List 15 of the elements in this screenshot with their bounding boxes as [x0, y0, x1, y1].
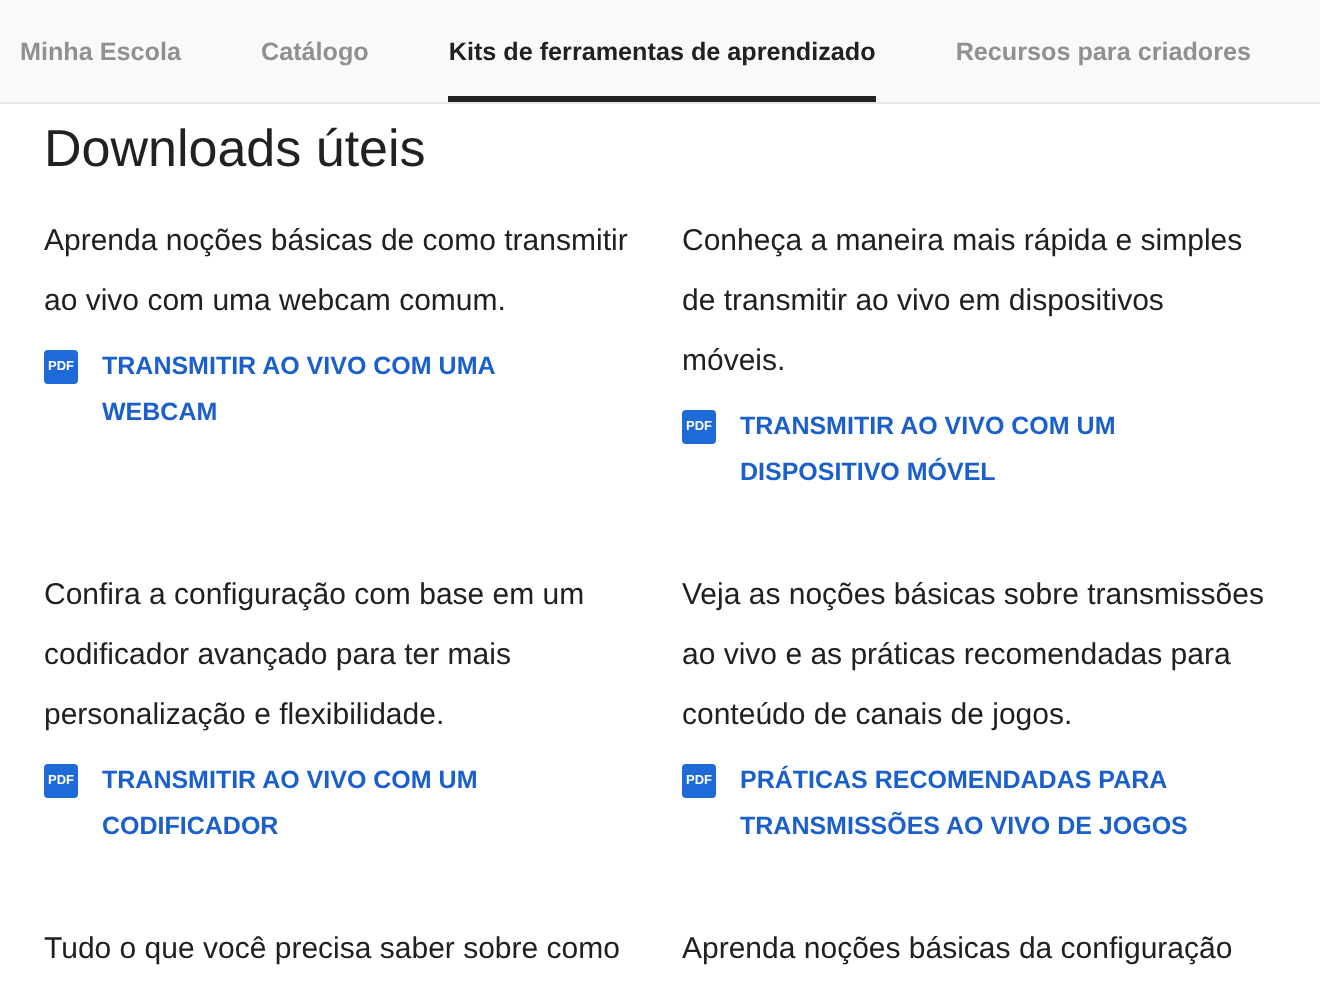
card-description: Aprenda noções básicas da configuração — [682, 930, 1235, 970]
download-link[interactable]: TRANSMITIR AO VIVO COM UM CODIFICADOR — [102, 758, 592, 850]
tab[interactable]: Minha Escola — [20, 0, 181, 102]
section-heading: Downloads úteis — [44, 116, 428, 182]
download-link[interactable]: TRANSMITIR AO VIVO COM UM DISPOSITIVO MÓVEL — [740, 404, 1230, 496]
download-link[interactable]: TRANSMITIR AO VIVO COM UMA WEBCAM — [102, 344, 592, 436]
card-description: Tudo o que você precisa saber sobre como — [44, 930, 622, 970]
tab[interactable]: Catálogo — [260, 0, 369, 102]
card-description: Aprenda noções básicas de como transmitir ao vivo com uma webcam comum. — [44, 222, 630, 322]
card-description: Conheça a maneira mais rápida e simples de transmitir ao vivo em dispositivos móveis. — [682, 222, 1245, 382]
card-description: Confira a configuração com base em um codificador avançado para ter mais personalização e flexibilidade. — [44, 576, 587, 736]
download-link[interactable]: PRÁTICAS RECOMENDADAS PARA TRANSMISSÕES AO VIVO DE JOGOS — [740, 758, 1230, 850]
tab[interactable]: Kits de ferramentas de aprendizado — [448, 0, 876, 102]
tab[interactable]: Recursos para criadores — [955, 0, 1252, 102]
card-description: Veja as noções básicas sobre transmissões ao vivo e as práticas recomendadas para conteúdo de canais de jogos. — [682, 576, 1266, 736]
